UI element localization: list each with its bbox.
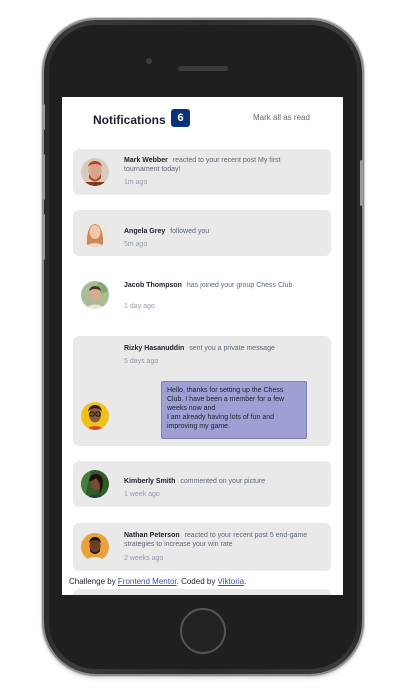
notification-time: 2 weeks ago xyxy=(124,555,164,562)
mark-all-read-button[interactable]: Mark all as read xyxy=(253,113,310,122)
user-name[interactable]: Nathan Peterson xyxy=(124,532,180,539)
private-message-preview[interactable]: Hello, thanks for setting up the Chess C… xyxy=(161,381,307,439)
notification-text: Angela Grey followed you xyxy=(124,227,314,236)
author-link[interactable]: Viktoria xyxy=(218,577,245,586)
notification-action: reacted to your recent post xyxy=(184,532,268,539)
page-title: Notifications xyxy=(93,113,166,127)
notification-item[interactable]: Nathan Peterson reacted to your recent p… xyxy=(73,523,331,571)
user-name[interactable]: Mark Webber xyxy=(124,157,168,164)
home-button[interactable] xyxy=(180,608,226,654)
notification-text: Jacob Thompson has joined your group Che… xyxy=(124,281,314,290)
notification-item[interactable]: Rizky Hasanuddin sent you a private mess… xyxy=(73,336,331,446)
speaker-grille xyxy=(178,66,228,71)
user-name[interactable]: Rizky Hasanuddin xyxy=(124,345,184,352)
notification-time: 5m ago xyxy=(124,241,148,248)
unread-count-badge: 6 xyxy=(171,109,190,127)
notification-action: reacted to your recent post xyxy=(172,157,257,164)
avatar-jacob-thompson[interactable] xyxy=(81,281,109,309)
avatar-nathan-peterson[interactable] xyxy=(81,533,109,561)
notification-time: 1 day ago xyxy=(124,303,155,310)
front-camera xyxy=(146,58,152,64)
avatar-kimberly-smith[interactable] xyxy=(81,470,109,498)
next-notification-peek xyxy=(73,589,331,595)
attribution-suffix: . xyxy=(244,577,247,586)
notification-action: sent you a private message xyxy=(189,345,275,352)
attribution-prefix: Challenge by xyxy=(69,577,118,586)
notification-text: Mark Webber reacted to your recent post … xyxy=(124,156,314,174)
notification-item[interactable]: Kimberly Smith commented on your picture… xyxy=(73,461,331,507)
notification-time: 5 days ago xyxy=(124,358,159,365)
volume-down-button xyxy=(42,214,45,260)
notification-item[interactable]: Angela Grey followed you 5m ago xyxy=(73,210,331,256)
notification-text: Nathan Peterson reacted to your recent p… xyxy=(124,531,314,549)
notification-action: has joined your group xyxy=(186,282,255,289)
frontend-mentor-link[interactable]: Frontend Mentor xyxy=(118,577,177,586)
notification-text: Kimberly Smith commented on your picture xyxy=(124,477,314,486)
notification-action: commented on your picture xyxy=(180,478,266,485)
mute-switch xyxy=(42,104,45,130)
notification-item[interactable]: Jacob Thompson has joined your group Che… xyxy=(73,270,331,328)
attribution-middle: . Coded by xyxy=(176,577,218,586)
notification-time: 1 week ago xyxy=(124,491,160,498)
attribution-footer: Challenge by Frontend Mentor. Coded by V… xyxy=(69,577,339,586)
notification-action: followed you xyxy=(170,228,210,235)
user-name[interactable]: Jacob Thompson xyxy=(124,282,182,289)
avatar-mark-webber[interactable] xyxy=(81,158,109,186)
notification-text: Rizky Hasanuddin sent you a private mess… xyxy=(124,344,314,353)
notifications-header: Notifications 6 Mark all as read xyxy=(62,97,343,139)
user-name[interactable]: Angela Grey xyxy=(124,228,165,235)
avatar-angela-grey[interactable] xyxy=(81,219,109,247)
avatar-rizky-hasanuddin[interactable] xyxy=(81,402,109,430)
notification-item[interactable]: Mark Webber reacted to your recent post … xyxy=(73,149,331,195)
app-screen: Notifications 6 Mark all as read Mark We… xyxy=(62,97,343,595)
user-name[interactable]: Kimberly Smith xyxy=(124,478,175,485)
power-button xyxy=(360,160,363,206)
notification-target[interactable]: Chess Club xyxy=(256,282,292,289)
volume-up-button xyxy=(42,154,45,200)
notification-time: 1m ago xyxy=(124,179,148,186)
